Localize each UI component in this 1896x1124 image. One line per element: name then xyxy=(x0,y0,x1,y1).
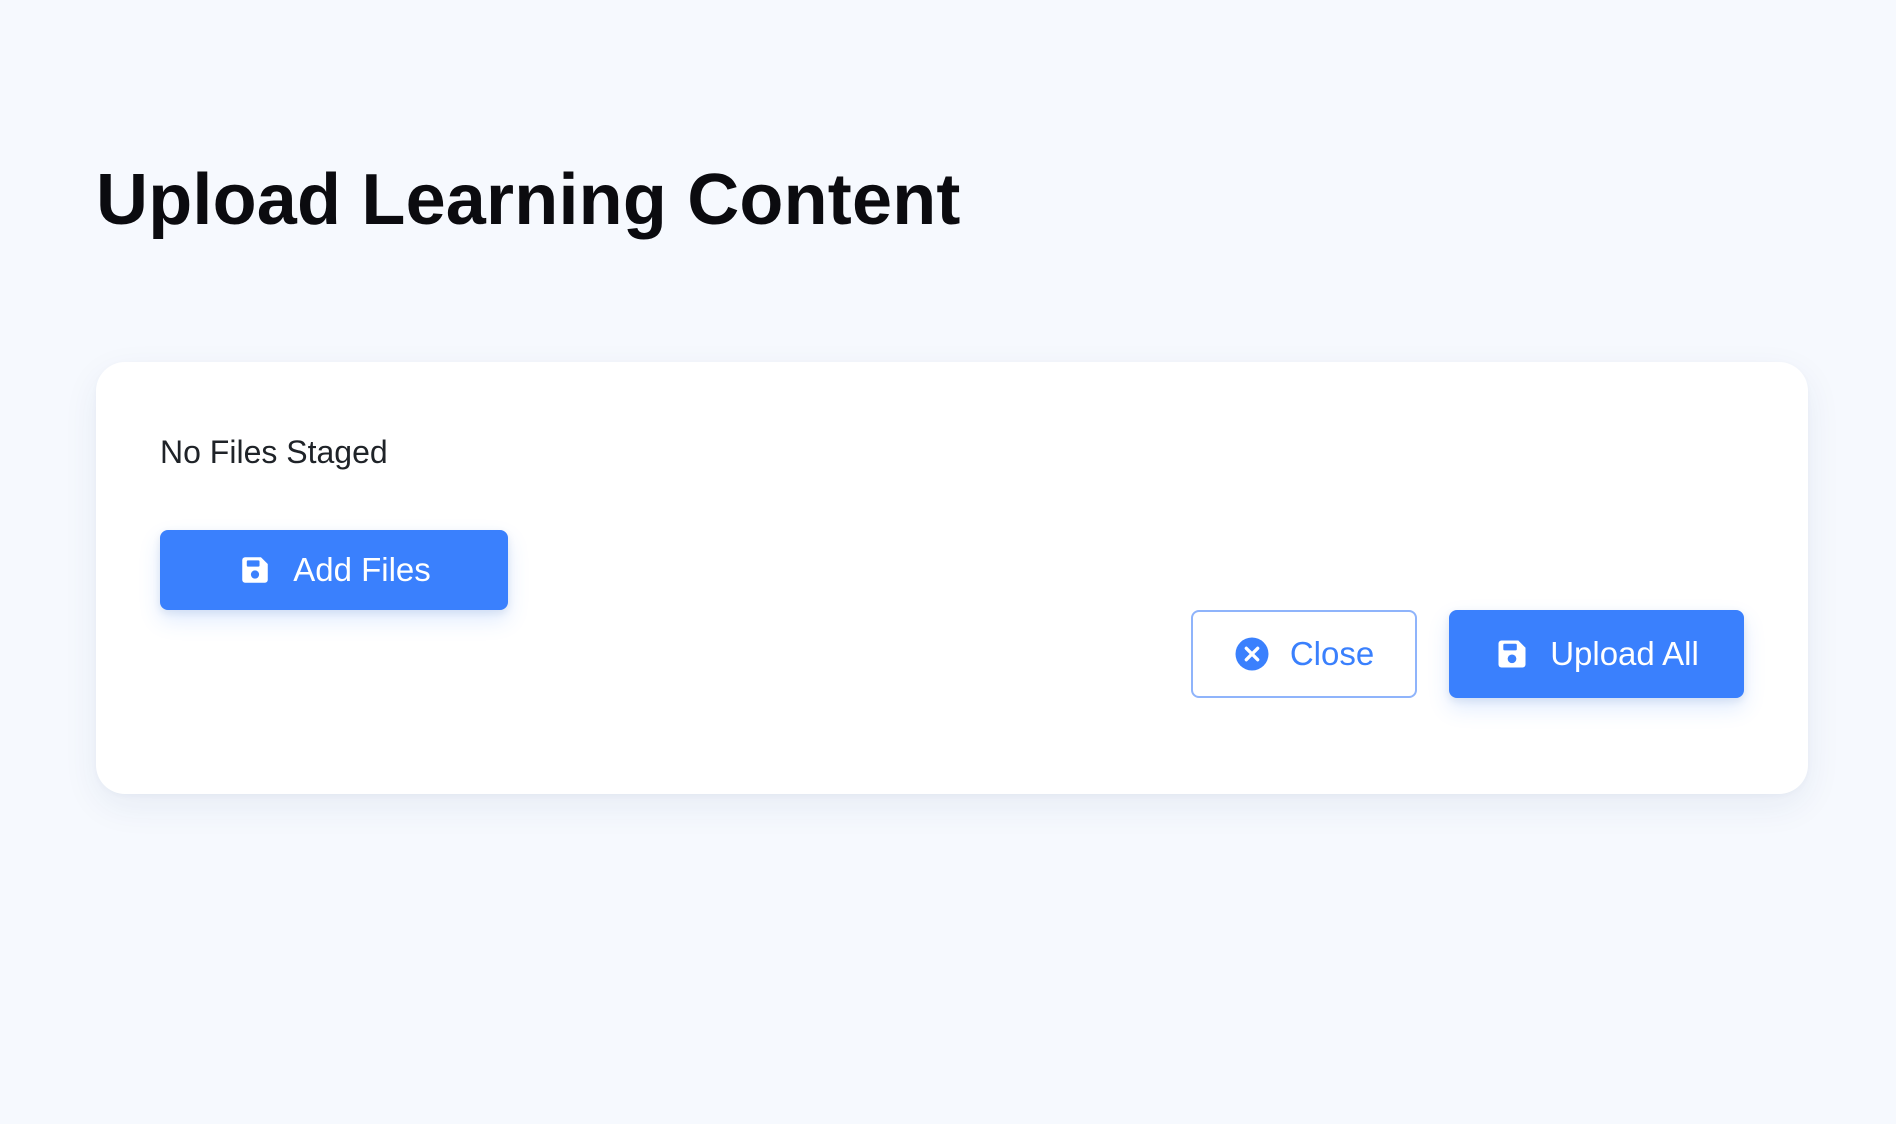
upload-all-label: Upload All xyxy=(1550,635,1699,672)
staged-files-empty-message: No Files Staged xyxy=(160,434,388,470)
close-label: Close xyxy=(1289,635,1375,672)
add-files-label: Add Files xyxy=(293,551,431,588)
save-icon xyxy=(1494,636,1530,672)
save-icon xyxy=(237,552,273,588)
close-circle-icon xyxy=(1234,636,1270,672)
page-title: Upload Learning Content xyxy=(96,160,961,240)
add-files-button[interactable]: Add Files xyxy=(160,530,508,610)
upload-all-button[interactable]: Upload All xyxy=(1449,610,1744,698)
close-button[interactable]: Close xyxy=(1191,610,1417,698)
upload-panel: No Files Staged Add Files Close Upload A… xyxy=(96,362,1808,794)
